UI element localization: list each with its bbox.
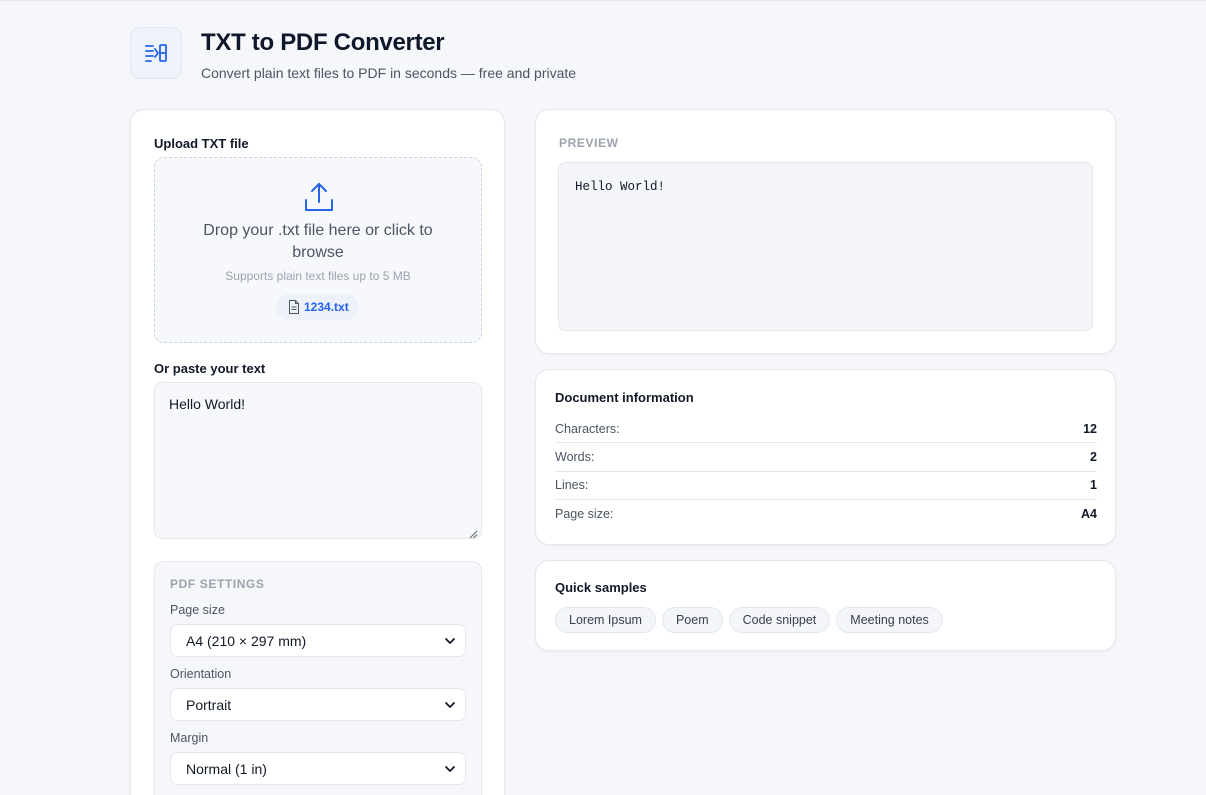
upload-label: Upload TXT file — [154, 136, 249, 151]
upload-icon — [304, 181, 334, 218]
info-value: 12 — [1083, 422, 1097, 436]
info-value: 2 — [1090, 450, 1097, 464]
quick-samples-panel: Quick samples Lorem Ipsum Poem Code snip… — [535, 560, 1116, 651]
page-subtitle: Convert plain text files to PDF in secon… — [201, 65, 577, 81]
dropzone-text: Drop your .txt file here or click to bro… — [203, 222, 433, 261]
quick-samples-title: Quick samples — [555, 580, 647, 595]
settings-title: PDF SETTINGS — [170, 577, 265, 591]
margin-label: Margin — [170, 731, 209, 745]
input-panel: Upload TXT file Drop your .txt file here… — [130, 109, 505, 795]
info-label: Words: — [555, 450, 595, 464]
margin-value: Normal (1 in) — [186, 760, 267, 777]
app-header: TXT to PDF Converter Convert plain text … — [130, 27, 576, 81]
orientation-label: Orientation — [170, 667, 232, 681]
selected-file-chip: 1234.txt — [276, 294, 359, 320]
info-value: 1 — [1090, 478, 1097, 492]
info-label: Lines: — [555, 478, 589, 492]
selected-file-name: 1234.txt — [304, 300, 349, 314]
paste-label: Or paste your text — [154, 361, 266, 376]
info-row-characters: Characters: 12 — [555, 415, 1097, 443]
info-label: Page size: — [555, 507, 614, 521]
margin-select[interactable]: Normal (1 in) — [170, 752, 466, 785]
orientation-select[interactable]: Portrait — [170, 688, 466, 721]
sample-meeting-notes-button[interactable]: Meeting notes — [836, 607, 943, 633]
preview-content: Hello World! — [558, 162, 1093, 331]
info-row-lines: Lines: 1 — [555, 471, 1097, 499]
document-info-title: Document information — [555, 390, 694, 405]
pdf-settings-panel: PDF SETTINGS Page size A4 (210 × 297 mm)… — [154, 561, 482, 795]
preview-title: PREVIEW — [559, 136, 619, 150]
file-dropzone[interactable]: Drop your .txt file here or click to bro… — [154, 157, 482, 343]
info-value: A4 — [1081, 507, 1097, 521]
sample-lorem-ipsum-button[interactable]: Lorem Ipsum — [555, 607, 656, 633]
txt-pdf-convert-icon — [130, 27, 182, 79]
info-row-words: Words: 2 — [555, 443, 1097, 471]
sample-code-snippet-button[interactable]: Code snippet — [728, 607, 831, 633]
page-size-value: A4 (210 × 297 mm) — [186, 632, 307, 649]
sample-poem-button[interactable]: Poem — [661, 607, 723, 633]
chevron-down-icon — [445, 766, 455, 772]
chevron-down-icon — [445, 638, 455, 644]
paste-text-input[interactable]: Hello World! — [154, 382, 482, 539]
info-label: Characters: — [555, 422, 620, 436]
file-icon — [289, 300, 299, 314]
orientation-value: Portrait — [186, 696, 232, 713]
resize-handle-icon[interactable] — [469, 526, 478, 544]
page-size-select[interactable]: A4 (210 × 297 mm) — [170, 624, 466, 657]
preview-panel: PREVIEW Hello World! — [535, 109, 1116, 354]
page-size-label: Page size — [170, 603, 225, 617]
chevron-down-icon — [445, 702, 455, 708]
document-info-panel: Document information Characters: 12 Word… — [535, 369, 1116, 545]
info-row-page-size: Page size: A4 — [555, 500, 1097, 528]
page-title: TXT to PDF Converter — [201, 29, 445, 56]
dropzone-hint: Supports plain text files up to 5 MB — [225, 269, 411, 283]
